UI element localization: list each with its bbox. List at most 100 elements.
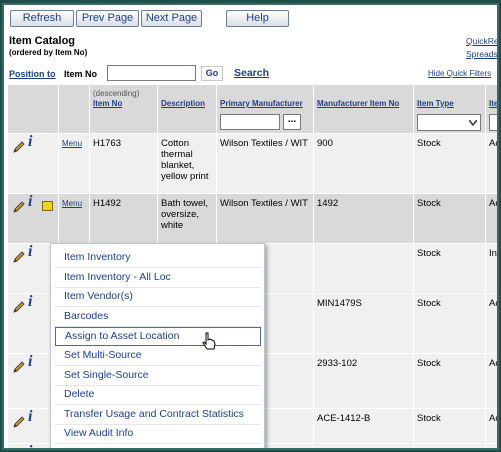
cell-mfr: Wilson Textiles / WIT (220, 138, 308, 149)
item-type-filter-select[interactable] (417, 114, 481, 131)
cell-type: Stock (417, 358, 441, 369)
help-button[interactable]: Help (226, 10, 289, 27)
table-cell: H1763 (90, 134, 158, 193)
table-row[interactable]: i Menu H1492 Bath towel, oversize, white Wil… (8, 193, 497, 243)
position-to-link[interactable]: Position to (9, 69, 56, 79)
context-menu-item[interactable]: Set Single-Source (55, 367, 261, 386)
info-icon[interactable]: i (28, 409, 32, 425)
context-menu-item[interactable]: Delete (55, 386, 261, 406)
cell-item-no: H1492 (93, 198, 121, 209)
table-cell: Menu (59, 194, 90, 243)
status-filter-select[interactable] (489, 114, 497, 131)
page-title: Item Catalog (9, 35, 76, 47)
item-no-header-label[interactable]: Item No (93, 99, 122, 108)
table-cell: Stock (414, 409, 486, 443)
table-row[interactable]: i Menu H1763 Cotton thermal blanket, yellow… (8, 133, 499, 193)
cell-mfr-item: MIN1479S (317, 298, 362, 309)
info-icon[interactable]: i (28, 354, 32, 370)
context-menu-item[interactable]: Item Inventory - All Loc (55, 269, 261, 288)
edit-pencil-icon[interactable] (12, 250, 26, 264)
cell-status: Ac (489, 298, 499, 309)
header-primary-manufacturer[interactable]: Primary Manufacturer ... (217, 85, 314, 135)
page-header: Item Catalog (ordered by Item No) QuickR… (4, 33, 497, 61)
table-cell: Stock (414, 244, 486, 293)
context-menu-item[interactable]: Assign to Asset Location (55, 327, 261, 347)
cell-type: Stock (417, 248, 441, 259)
edit-pencil-icon[interactable] (12, 300, 26, 314)
context-menu-item[interactable]: Transfer Usage and Contract Statistics (55, 406, 261, 425)
table-cell: Ac (486, 194, 497, 243)
note-icon[interactable] (42, 201, 53, 211)
edit-pencil-icon[interactable] (12, 415, 26, 429)
table-cell: Ac (486, 294, 499, 353)
info-icon[interactable]: i (28, 134, 32, 150)
cell-description: Bath towel, oversize, white (161, 198, 208, 231)
chevron-down-icon (469, 120, 477, 126)
context-menu-item[interactable]: Item Vendor(s) (55, 288, 261, 308)
header-actions (8, 85, 59, 135)
info-icon[interactable]: i (28, 444, 32, 449)
table-cell: Bath towel, oversize, white (158, 194, 217, 243)
edit-pencil-icon[interactable] (12, 200, 26, 214)
cell-type: Non-stock (417, 448, 460, 450)
description-header-label[interactable]: Description (161, 99, 205, 108)
table-cell: H1492 (90, 194, 158, 243)
refresh-button[interactable]: Refresh (10, 10, 74, 27)
cell-status: Ac (489, 413, 499, 424)
prev-page-button[interactable]: Prev Page (76, 10, 139, 27)
table-cell: Wilson Textiles / WIT (217, 134, 314, 193)
edit-pencil-icon[interactable] (12, 140, 26, 154)
table-cell: Stock (414, 134, 486, 193)
hide-quick-filters-link[interactable]: Hide Quick Filters (428, 69, 491, 78)
edit-pencil-icon[interactable] (12, 360, 26, 374)
table-cell: Ac (486, 134, 499, 193)
header-item-type[interactable]: Item Type (414, 85, 486, 135)
table-cell: MIN1479S (314, 294, 414, 353)
row-menu-link[interactable]: Menu (62, 139, 82, 148)
spreadsheet-link[interactable]: Spreads (466, 49, 497, 59)
context-menu-item[interactable]: Barcodes (55, 308, 261, 327)
primary-mfr-header-label[interactable]: Primary Manufacturer (220, 99, 303, 108)
quick-report-link[interactable]: QuickRe (466, 36, 497, 46)
header-menu (59, 85, 90, 135)
header-status[interactable]: Ite (486, 85, 497, 135)
search-link[interactable]: Search (234, 67, 269, 79)
table-cell: 1492 (314, 194, 414, 243)
cell-mfr-item: ACE-1412-B (317, 413, 371, 424)
toolbar: Refresh Prev Page Next Page Help (4, 5, 497, 30)
table-cell: Ac (486, 409, 499, 443)
header-item-no[interactable]: (descending) Item No (90, 85, 158, 135)
cell-type: Stock (417, 138, 441, 149)
row-menu-link[interactable]: Menu (62, 199, 82, 208)
item-type-header-label[interactable]: Item Type (417, 99, 454, 108)
context-menu-item[interactable]: Item Inventory (55, 249, 261, 268)
table-cell: Stock (414, 354, 486, 408)
cell-mfr-item: 12344322 (317, 448, 359, 450)
cell-status: Ac (489, 138, 499, 149)
info-icon[interactable]: i (28, 294, 32, 310)
position-bar: Position to Item No Go Search Hide Quick… (4, 63, 497, 83)
position-input[interactable] (107, 65, 196, 81)
context-menu-item[interactable]: View Audit Info (55, 425, 261, 445)
table-cell: 12344322 (314, 444, 414, 450)
info-icon[interactable]: i (28, 244, 32, 260)
table-cell: i (8, 194, 59, 243)
table-cell: Stock (414, 194, 486, 243)
info-icon[interactable]: i (28, 194, 32, 210)
status-header-label[interactable]: Ite (489, 99, 497, 108)
cell-mfr-item: 1492 (317, 198, 339, 209)
cell-type: Stock (417, 413, 441, 424)
header-description[interactable]: Description (158, 85, 217, 135)
next-page-button[interactable]: Next Page (141, 10, 202, 27)
table-cell: Wilson Textiles / WIT (217, 194, 314, 243)
context-menu-item[interactable]: Set Multi-Source (55, 347, 261, 366)
app-window: Refresh Prev Page Next Page Help Item Ca… (2, 3, 499, 450)
go-button[interactable]: Go (201, 66, 223, 81)
table-cell: Ina (486, 244, 497, 293)
manufacturer-lookup-button[interactable]: ... (283, 114, 301, 130)
header-mfr-item-no[interactable]: Manufacturer Item No (314, 85, 414, 135)
context-menu: Item Inventory Item Inventory - All Loc It… (50, 243, 265, 448)
manufacturer-filter-input[interactable] (220, 114, 280, 130)
table-cell: Menu (59, 134, 90, 193)
mfr-item-no-header-label[interactable]: Manufacturer Item No (317, 99, 399, 108)
